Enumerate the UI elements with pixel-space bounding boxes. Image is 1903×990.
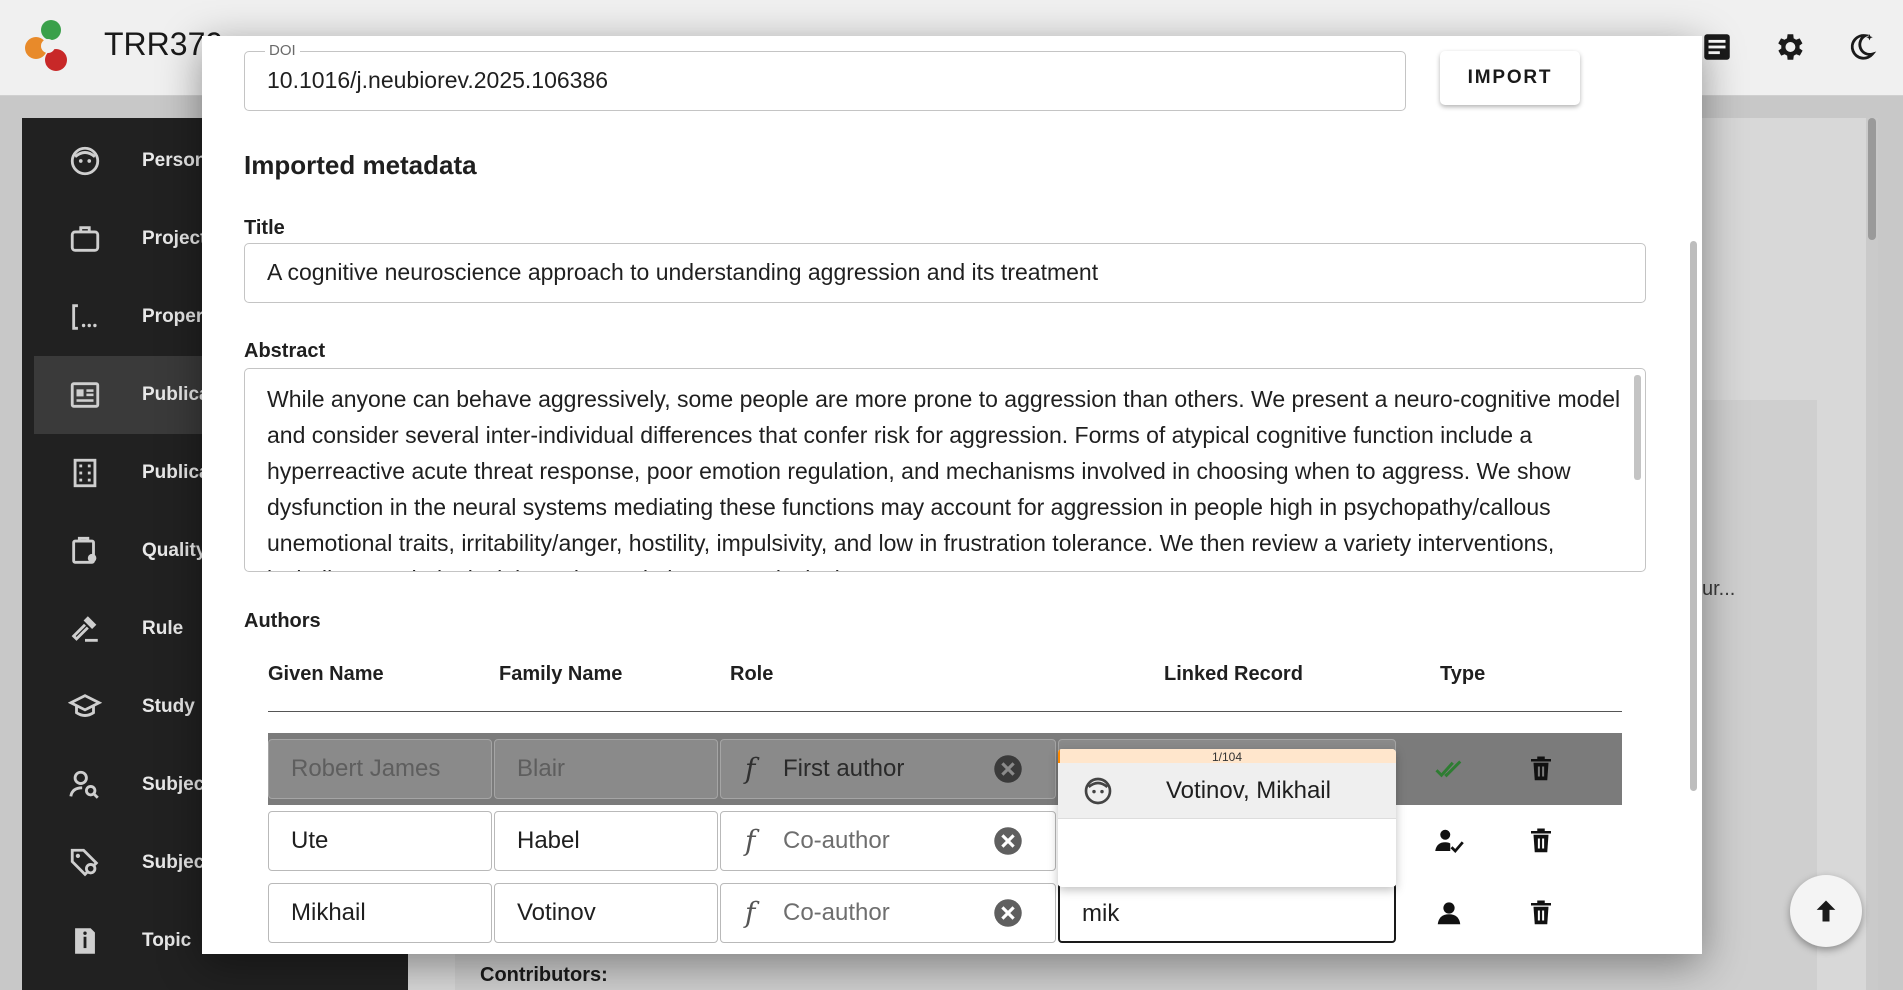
background-truncated-text: ur... [1702,578,1736,600]
clear-icon[interactable] [993,754,1023,784]
settings-icon[interactable] [1772,30,1806,64]
background-contributors-label: Contributors: [480,964,608,986]
title-input[interactable]: A cognitive neuroscience approach to und… [267,259,1098,286]
school-icon [68,694,102,717]
col-given-name: Given Name [268,663,384,685]
given-name-field[interactable]: Mikhail [268,883,492,943]
linked-record-dropdown: 1/104 Votinov, Mikhail [1058,749,1396,887]
person-icon [1437,902,1461,925]
tag-search-icon [70,848,99,877]
quality-icon [72,536,97,564]
dropdown-result-counter: 1/104 [1211,750,1243,764]
newspaper-icon [70,382,100,408]
face-icon [1084,777,1112,805]
col-family-name: Family Name [499,663,623,685]
briefcase-icon [70,226,100,252]
page-scrollbar-thumb[interactable] [1868,118,1876,240]
dark-mode-icon[interactable] [1844,30,1878,64]
scroll-to-top-button[interactable] [1790,875,1862,947]
given-name-field[interactable]: Ute [268,811,492,871]
col-linked-record: Linked Record [1164,663,1303,685]
role-select[interactable]: f Co-author [720,883,1056,943]
table-header-divider [268,711,1622,712]
family-name-field[interactable]: Habel [494,811,718,871]
title-field[interactable]: A cognitive neuroscience approach to und… [244,243,1646,303]
dialog-scrollbar[interactable] [1690,241,1697,791]
abstract-label: Abstract [244,340,326,362]
doi-field[interactable]: DOI 10.1016/j.neubiorev.2025.106386 [244,42,1406,111]
import-publication-dialog: DOI 10.1016/j.neubiorev.2025.106386 IMPO… [202,36,1702,954]
clear-icon[interactable] [993,826,1023,856]
article-icon[interactable] [1700,30,1734,64]
doi-input[interactable]: 10.1016/j.neubiorev.2025.106386 [267,67,608,94]
function-icon: f [745,752,756,785]
app-logo [25,20,67,71]
clear-icon[interactable] [993,898,1023,928]
arrow-up-icon [1816,900,1836,922]
authors-label: Authors [244,610,321,632]
person-search-icon [69,770,99,799]
building-icon [73,458,97,488]
role-select[interactable]: f Co-author [720,811,1056,871]
delete-icon[interactable] [1526,754,1556,784]
col-role: Role [730,663,774,685]
doi-label: DOI [265,42,300,59]
role-select[interactable]: f First author [720,739,1056,799]
abstract-field[interactable]: While anyone can behave aggressively, so… [244,368,1646,572]
delete-icon[interactable] [1526,898,1556,928]
gavel-icon [71,616,98,642]
family-name-field[interactable]: Blair [494,739,718,799]
given-name-field[interactable]: Robert James [268,739,492,799]
dropdown-option[interactable]: Votinov, Mikhail [1058,763,1396,819]
person-check-icon [1435,829,1464,854]
face-icon [70,146,100,176]
imported-metadata-heading: Imported metadata [244,150,477,180]
double-check-icon [1435,760,1462,778]
topic-icon [75,928,95,954]
page-scrollbar[interactable] [1866,118,1878,990]
abstract-scrollbar[interactable] [1634,375,1641,480]
linked-record-search-input[interactable]: mik [1058,883,1396,943]
col-type: Type [1440,663,1486,685]
function-icon: f [745,824,756,857]
family-name-field[interactable]: Votinov [494,883,718,943]
delete-icon[interactable] [1526,826,1556,856]
function-icon: f [745,896,756,929]
bracket-icon [72,304,97,330]
abstract-textarea[interactable]: While anyone can behave aggressively, so… [267,381,1623,571]
title-label: Title [244,217,285,239]
dropdown-option-label: Votinov, Mikhail [1166,777,1331,804]
import-button[interactable]: IMPORT [1440,51,1580,105]
